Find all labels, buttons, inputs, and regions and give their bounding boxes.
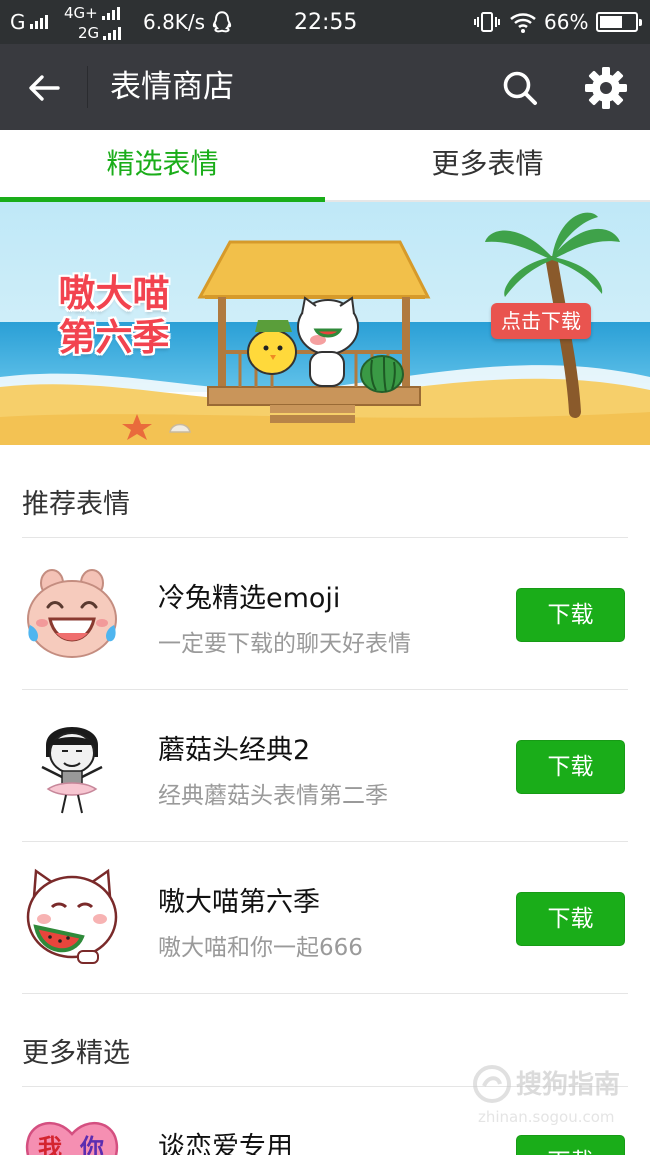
love-sticker-icon: 我 你 (25, 1121, 119, 1155)
cold-rabbit-sticker-icon (27, 569, 117, 658)
qq-icon (212, 11, 232, 33)
app-bar-divider (87, 66, 88, 108)
gear-icon (585, 67, 627, 109)
status-right: 66% (474, 0, 643, 44)
list-item[interactable]: 冷兔精选emoji 一定要下载的聊天好表情 下载 (0, 538, 650, 689)
search-icon (503, 71, 537, 105)
item-desc: 经典蘑菇头表情第二季 (158, 783, 388, 809)
carrier-label: G (10, 10, 26, 34)
watermark-url: zhinan.sogou.com (478, 1108, 615, 1126)
tab-more[interactable]: 更多表情 (325, 130, 650, 200)
banner-download-button[interactable]: 点击下载 (491, 303, 591, 339)
item-name: 冷兔精选emoji (158, 583, 341, 614)
sogou-logo-icon (473, 1065, 511, 1103)
signal-1: G (10, 0, 48, 44)
item-name: 蘑菇头经典2 (158, 735, 311, 766)
vibrate-icon (474, 12, 500, 32)
battery-percent: 66% (544, 10, 589, 34)
item-name: 谈恋爱专用 (158, 1132, 293, 1155)
network-type-bottom: 2G (78, 24, 100, 42)
item-name: 嗷大喵第六季 (158, 887, 320, 918)
status-bar: G 4G+ 2G 6.8K/s 22:55 66% (0, 0, 650, 44)
banner-title-line1: 嗷大喵 (58, 272, 170, 315)
tab-featured[interactable]: 精选表情 (0, 130, 325, 202)
back-button[interactable] (18, 62, 70, 114)
item-desc: 一定要下载的聊天好表情 (158, 631, 411, 657)
watermark: 搜狗指南 zhinan.sogou.com (470, 1064, 640, 1134)
watermark-text: 搜狗指南 (516, 1070, 621, 1100)
search-button[interactable] (494, 62, 546, 114)
network-type-top: 4G+ (64, 4, 98, 22)
clock: 22:55 (294, 9, 358, 35)
wifi-icon (510, 13, 536, 33)
download-button[interactable]: 下载 (516, 1135, 625, 1155)
svg-text:你: 你 (79, 1134, 104, 1155)
signal-icon (101, 7, 120, 20)
download-button[interactable]: 下载 (516, 892, 625, 946)
section-title-more: 更多精选 (22, 1038, 130, 1069)
signal-2: 4G+ 2G (64, 4, 136, 42)
section-title-recommended: 推荐表情 (22, 489, 130, 520)
settings-button[interactable] (580, 62, 632, 114)
svg-text:我: 我 (38, 1134, 62, 1155)
item-desc: 嗷大喵和你一起666 (158, 935, 363, 961)
promo-banner[interactable]: 嗷大喵 第六季 点击下载 (0, 202, 650, 445)
signal-icon (103, 27, 122, 40)
app-bar: 表情商店 (0, 44, 650, 130)
tab-bar: 精选表情 更多表情 (0, 130, 650, 202)
list-item[interactable]: 嗷大喵第六季 嗷大喵和你一起666 下载 (0, 842, 650, 993)
ao-da-miao-sticker-icon (26, 868, 118, 964)
mushroom-head-sticker-icon (41, 727, 103, 814)
page-title: 表情商店 (110, 69, 234, 105)
arrow-left-icon (29, 75, 60, 101)
battery-icon (596, 12, 643, 32)
banner-title: 嗷大喵 第六季 (44, 272, 184, 360)
net-speed: 6.8K/s (143, 0, 235, 44)
download-button[interactable]: 下载 (516, 588, 625, 642)
divider (22, 993, 628, 994)
banner-title-line2: 第六季 (58, 316, 170, 359)
signal-icon (29, 15, 48, 29)
download-button[interactable]: 下载 (516, 740, 625, 794)
net-speed-text: 6.8K/s (143, 10, 206, 34)
battery-fill (600, 16, 622, 28)
list-item[interactable]: 蘑菇头经典2 经典蘑菇头表情第二季 下载 (0, 690, 650, 841)
